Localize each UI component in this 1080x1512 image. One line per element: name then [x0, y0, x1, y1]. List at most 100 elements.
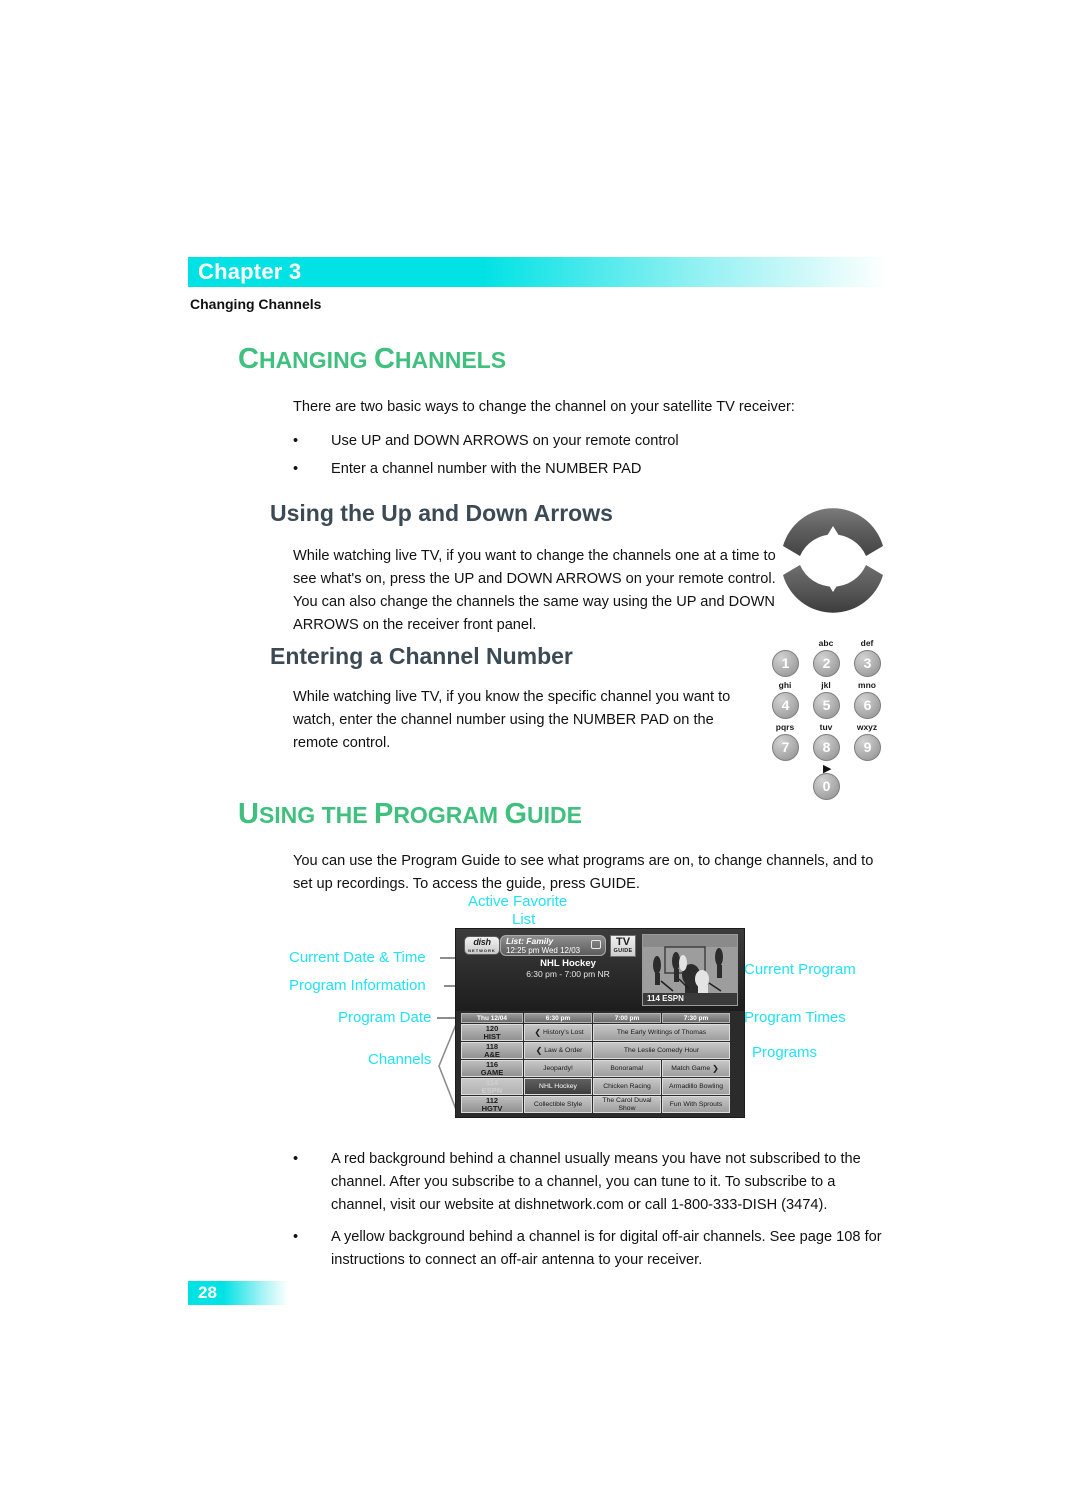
- program-title: Fun With Sprouts: [669, 1100, 723, 1108]
- numpad-key-4[interactable]: 4: [772, 692, 799, 719]
- list-item: • Use UP and DOWN ARROWS on your remote …: [293, 430, 893, 453]
- guide-channel-cell[interactable]: 116 GAME: [461, 1060, 523, 1077]
- guide-program-cell[interactable]: Chicken Racing: [593, 1078, 661, 1095]
- list-item-label: Enter a channel number with the NUMBER P…: [331, 461, 642, 477]
- guide-program-cell[interactable]: NHL Hockey: [524, 1078, 592, 1095]
- guide-program-cell[interactable]: ❮ History's Lost: [524, 1024, 592, 1041]
- key-letters-4: ghi: [778, 680, 792, 690]
- program-information-title: NHL Hockey: [540, 958, 596, 969]
- key-letters-7: pqrs: [775, 722, 795, 732]
- guide-program-cell[interactable]: Bonorama!: [593, 1060, 661, 1077]
- program-title: Bonorama!: [610, 1064, 644, 1072]
- continues-right-icon: ❯: [712, 1063, 719, 1073]
- current-program-channel: 114 ESPN: [643, 993, 737, 1005]
- guide-program-cell[interactable]: Match Game ❯: [662, 1060, 730, 1077]
- numpad-key-8[interactable]: 8: [813, 734, 840, 761]
- callout-active-favorite-list-line2: List: [512, 911, 536, 928]
- list-item: • A yellow background behind a channel i…: [293, 1226, 893, 1272]
- dish-network-logo: dish NETWORK: [464, 936, 500, 955]
- program-title: Collectible Style: [533, 1100, 583, 1108]
- tv-guide-logo-bottom: GUIDE: [613, 948, 633, 954]
- manual-page: Chapter 3 Changing Channels CHANGING CHA…: [0, 0, 1080, 1512]
- numpad-key-7[interactable]: 7: [772, 734, 799, 761]
- chapter-label: Chapter 3: [198, 259, 302, 284]
- key-letters-3: def: [860, 638, 874, 648]
- callout-program-information: Program Information: [289, 977, 426, 994]
- list-item-label: A red background behind a channel usuall…: [331, 1151, 861, 1213]
- callout-active-favorite-list-line1: Active Favorite: [468, 893, 568, 910]
- callout-current-program: Current Program: [744, 961, 856, 978]
- page-title-changing-channels: CHANGING CHANNELS: [238, 343, 507, 375]
- numpad-key-1[interactable]: 1: [772, 650, 799, 677]
- callout-programs: Programs: [752, 1044, 818, 1061]
- chapter-header-bar: Chapter 3: [188, 257, 888, 287]
- numpad-key-9[interactable]: 9: [854, 734, 881, 761]
- numpad-key-5[interactable]: 5: [813, 692, 840, 719]
- channel-name: A&E: [484, 1049, 500, 1059]
- guide-program-grid: 120 HIST ❮ History's Lost The Early Writings…: [461, 1024, 739, 1114]
- callout-program-times: Program Times: [744, 1009, 846, 1026]
- rocker-svg: [783, 508, 883, 613]
- callout-channels: Channels: [368, 1051, 432, 1068]
- program-title: Match Game: [671, 1064, 711, 1072]
- guide-program-cell[interactable]: Jeopardy!: [524, 1060, 592, 1077]
- number-pad-illustration: abc def 1 2 3 ghi jkl mno 4 5 6 pqrs tuv…: [762, 638, 886, 800]
- program-title: NHL Hockey: [539, 1082, 577, 1090]
- continues-left-icon: ❮: [534, 1027, 542, 1037]
- up-down-arrows-body: While watching live TV, if you want to c…: [293, 548, 776, 633]
- current-program-video[interactable]: 114 ESPN: [642, 934, 738, 1006]
- list-item-label: Use UP and DOWN ARROWS on your remote co…: [331, 433, 679, 449]
- list-item: • Enter a channel number with the NUMBER…: [293, 458, 893, 481]
- favorite-list-name: List: Family: [506, 936, 554, 946]
- program-time-slot: 6:30 pm: [524, 1013, 592, 1023]
- guide-program-cell[interactable]: Collectible Style: [524, 1096, 592, 1113]
- intro-paragraph: There are two basic ways to change the c…: [293, 399, 795, 415]
- numpad-key-0[interactable]: 0: [813, 773, 840, 800]
- guide-row: 116 GAME Jeopardy! Bonorama! Match Game ❯: [461, 1060, 739, 1077]
- up-down-rocker-illustration: [778, 508, 888, 618]
- program-title: History's Lost: [543, 1028, 584, 1036]
- current-date-time-value: 12:25 pm Wed 12/03: [506, 946, 581, 955]
- section-heading-entering-channel-number: Entering a Channel Number: [270, 643, 573, 669]
- key-letters-8: tuv: [819, 722, 833, 732]
- dish-logo-subtext: NETWORK: [468, 948, 496, 953]
- program-date-cell: Thu 12/04: [461, 1013, 523, 1023]
- program-time-slot: 7:00 pm: [593, 1013, 661, 1023]
- guide-channel-cell[interactable]: 114 ESPN: [461, 1078, 523, 1095]
- guide-channel-cell[interactable]: 118 A&E: [461, 1042, 523, 1059]
- callout-current-date-time: Current Date & Time: [289, 949, 426, 966]
- key-letters-2: abc: [818, 638, 834, 648]
- guide-channel-cell[interactable]: 120 HIST: [461, 1024, 523, 1041]
- guide-channel-cell[interactable]: 112 HGTV: [461, 1096, 523, 1113]
- program-title: The Carol Duval Show: [602, 1097, 652, 1112]
- guide-program-cell[interactable]: The Carol Duval Show: [593, 1096, 661, 1113]
- entering-channel-number-body: While watching live TV, if you know the …: [293, 689, 731, 751]
- key-letters-9: wxyz: [856, 722, 878, 732]
- bullet-dot: •: [293, 1151, 299, 1167]
- program-information-times: 6:30 pm - 7:00 pm NR: [526, 969, 610, 979]
- guide-time-header: Thu 12/04 6:30 pm 7:00 pm 7:30 pm: [461, 1013, 739, 1023]
- section-heading-up-down-arrows: Using the Up and Down Arrows: [270, 500, 613, 526]
- program-title: Law & Order: [544, 1046, 583, 1054]
- program-title: Jeopardy!: [543, 1064, 573, 1072]
- channel-name: ESPN: [481, 1085, 503, 1095]
- list-item: • A red background behind a channel usua…: [293, 1148, 893, 1217]
- key-letters-5: jkl: [821, 680, 831, 690]
- guide-program-cell[interactable]: Fun With Sprouts: [662, 1096, 730, 1113]
- guide-program-cell[interactable]: The Early Writings of Thomas: [593, 1024, 730, 1041]
- numpad-key-2[interactable]: 2: [813, 650, 840, 677]
- bullet-dot: •: [293, 1229, 299, 1245]
- tv-icon: [591, 940, 601, 949]
- numpad-key-6[interactable]: 6: [854, 692, 881, 719]
- guide-program-cell[interactable]: Armadillo Bowling: [662, 1078, 730, 1095]
- list-item-label: A yellow background behind a channel is …: [331, 1229, 882, 1268]
- guide-program-cell[interactable]: The Leslie Comedy Hour: [593, 1042, 730, 1059]
- numpad-key-3[interactable]: 3: [854, 650, 881, 677]
- active-favorite-list-pill[interactable]: List: Family 12:25 pm Wed 12/03: [500, 935, 606, 956]
- callout-program-date: Program Date: [338, 1009, 432, 1026]
- guide-program-cell[interactable]: ❮ Law & Order: [524, 1042, 592, 1059]
- guide-row: 118 A&E ❮ Law & Order The Leslie Comedy Hour: [461, 1042, 739, 1059]
- guide-row: 114 ESPN NHL Hockey Chicken Racing Armadillo…: [461, 1078, 739, 1095]
- program-time-slot: 7:30 pm: [662, 1013, 730, 1023]
- tv-guide-logo-top: TV: [615, 936, 631, 948]
